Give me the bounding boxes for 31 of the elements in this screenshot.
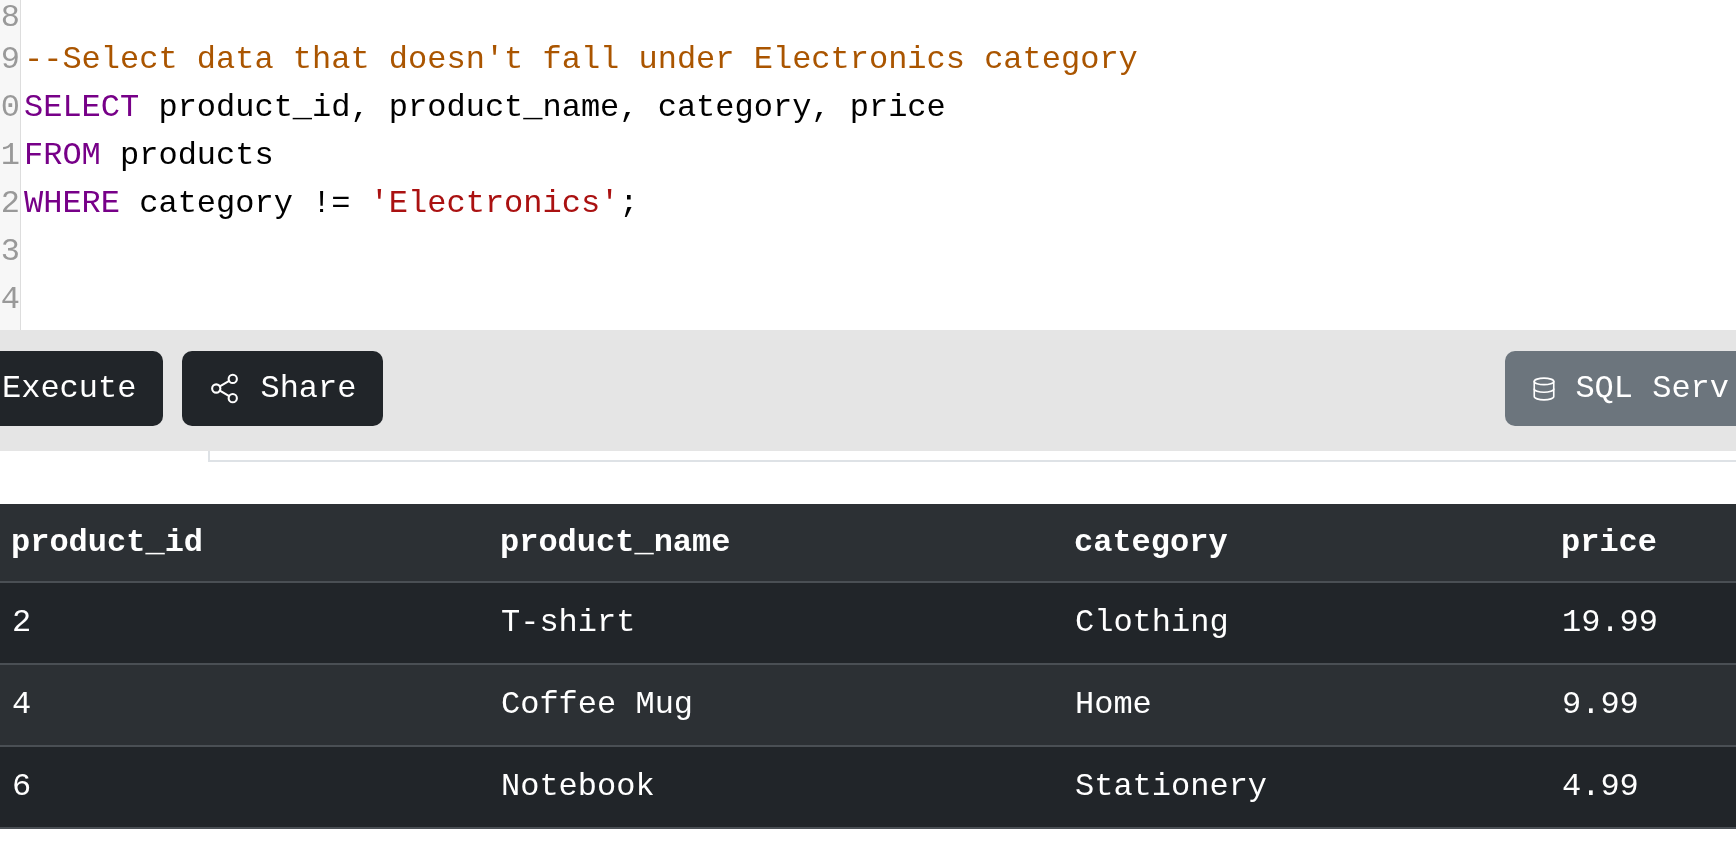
line-number: 9 [0,42,20,78]
table-cell: 4 [12,686,32,723]
database-icon [1531,374,1558,403]
table-cell: Stationery [1075,768,1268,805]
table-cell: T-shirt [501,604,636,641]
line-number: 0 [0,90,20,126]
code-line: WHERE category != 'Electronics'; [24,186,639,222]
execute-button[interactable]: Execute [0,351,164,426]
table-cell: 2 [12,604,32,641]
code-line: --Select data that doesn't fall under Electronics category [24,42,1138,78]
table-cell: 6 [12,768,32,805]
share-button[interactable]: Share [182,351,384,426]
column-header: product_name [500,523,731,561]
code-line: SELECT product_id, product_name, category, price [24,90,946,126]
table-cell: 19.99 [1562,604,1658,641]
table-cell: Home [1075,686,1152,723]
line-number: 3 [0,234,20,270]
table-cell: Clothing [1075,604,1229,641]
column-header: category [1074,523,1228,561]
line-number: 8 [0,0,20,36]
table-cell: 4.99 [1562,768,1639,805]
table-cell: 9.99 [1562,686,1639,723]
database-button[interactable]: SQL Serv [1505,351,1736,426]
column-header: price [1561,523,1657,561]
table-cell: Notebook [501,768,655,805]
column-header: product_id [11,523,204,561]
line-number: 4 [0,282,20,318]
line-number: 1 [0,138,20,174]
code-line: FROM products [24,138,274,174]
line-number: 2 [0,186,20,222]
table-cell: Coffee Mug [501,686,694,723]
